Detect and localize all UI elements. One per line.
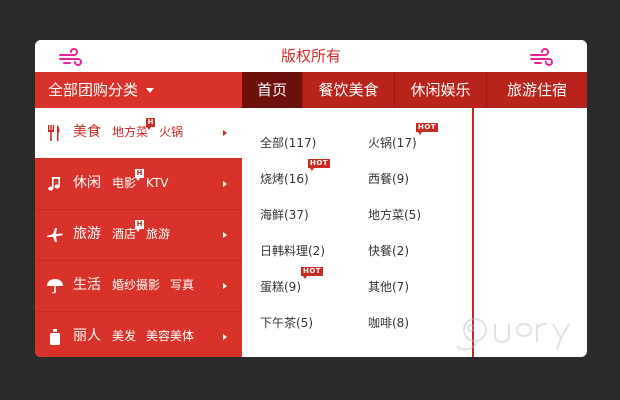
music-note-icon — [48, 177, 60, 191]
subcategory-link[interactable]: 火锅(17) — [368, 135, 417, 151]
menu-card: 版权所有 全部团购分类 首页 餐饮美食 休闲娱乐 旅游住宿 美食 地方菜 火锅 … — [35, 40, 587, 357]
sidebar-sub-link[interactable]: 美容美体 — [146, 312, 194, 357]
tab-home[interactable]: 首页 — [242, 72, 303, 108]
sidebar-item-life[interactable]: 生活 婚纱摄影 写真 — [35, 261, 242, 312]
airplane-icon — [47, 228, 63, 242]
tab-food[interactable]: 餐饮美食 — [303, 72, 395, 108]
subcategory-link[interactable]: 日韩料理(2) — [260, 243, 325, 259]
subcategory-link[interactable]: 地方菜(5) — [368, 207, 421, 223]
sidebar-item-title: 旅游 — [73, 226, 101, 242]
fork-knife-icon — [48, 125, 60, 141]
chevron-right-icon — [223, 130, 227, 136]
sidebar-item-beauty[interactable]: 丽人 美发 美容美体 — [35, 312, 242, 357]
sidebar-item-travel[interactable]: 旅游 酒店 旅游 H — [35, 210, 242, 261]
sidebar-sub-link[interactable]: 酒店 — [112, 210, 136, 259]
subcategory-link[interactable]: 海鲜(37) — [260, 207, 309, 223]
subcategory-link[interactable]: 其他(7) — [368, 279, 409, 295]
nav-tabs: 首页 餐饮美食 休闲娱乐 旅游住宿 — [242, 72, 587, 108]
sidebar-sub-link[interactable]: 婚纱摄影 — [112, 261, 160, 310]
sidebar-sub-link[interactable]: KTV — [146, 159, 168, 208]
subcategory-link[interactable]: 蛋糕(9) — [260, 279, 301, 295]
sidebar-sub-link[interactable]: 地方菜 — [112, 108, 148, 157]
subcategory-link[interactable]: 咖啡(8) — [368, 315, 409, 331]
sidebar-item-title: 生活 — [73, 277, 101, 293]
tab-travel[interactable]: 旅游住宿 — [487, 72, 587, 108]
category-sidebar: 美食 地方菜 火锅 H 休闲 电影 KTV H 旅游 酒店 旅游 H 生活 婚纱… — [35, 108, 242, 357]
top-banner: 版权所有 — [35, 40, 587, 72]
sidebar-item-leisure[interactable]: 休闲 电影 KTV H — [35, 159, 242, 210]
hot-tag: HOT — [308, 159, 331, 171]
person-icon — [50, 329, 60, 345]
sidebar-sub-link[interactable]: 电影 — [112, 159, 136, 208]
chevron-right-icon — [223, 232, 227, 238]
hot-tag: HOT — [301, 267, 324, 279]
watermark-logo — [456, 318, 570, 351]
chevron-right-icon — [223, 334, 227, 340]
sidebar-item-title: 美食 — [73, 124, 101, 140]
subcategory-panel: 全部(117) 火锅(17) HOT 烧烤(16) HOT 西餐(9) 海鲜(3… — [242, 108, 474, 357]
chevron-right-icon — [223, 181, 227, 187]
hot-tag: HOT — [416, 123, 439, 135]
wind-icon — [530, 48, 553, 66]
all-categories-dropdown[interactable]: 全部团购分类 — [35, 72, 242, 108]
tab-leisure[interactable]: 休闲娱乐 — [395, 72, 487, 108]
caret-down-icon — [146, 88, 155, 93]
subcategory-link[interactable]: 全部(117) — [260, 135, 316, 151]
subcategory-link[interactable]: 烧烤(16) — [260, 171, 309, 187]
sidebar-item-title: 休闲 — [73, 175, 101, 191]
main-nav: 全部团购分类 首页 餐饮美食 休闲娱乐 旅游住宿 — [35, 72, 587, 108]
subcategory-link[interactable]: 快餐(2) — [368, 243, 409, 259]
hot-badge: H — [135, 220, 144, 232]
hot-badge: H — [135, 169, 144, 181]
copyright-text: 版权所有 — [280, 47, 341, 65]
sidebar-sub-link[interactable]: 写真 — [170, 261, 194, 310]
subcategory-link[interactable]: 下午茶(5) — [260, 315, 313, 331]
sidebar-item-food[interactable]: 美食 地方菜 火锅 H — [35, 108, 242, 159]
sidebar-sub-link[interactable]: 美发 — [112, 312, 136, 357]
sidebar-sub-link[interactable]: 火锅 — [159, 108, 183, 157]
sidebar-sub-link[interactable]: 旅游 — [146, 210, 170, 259]
umbrella-icon — [47, 279, 63, 294]
sidebar-item-title: 丽人 — [73, 328, 101, 344]
chevron-right-icon — [223, 283, 227, 289]
subcategory-link[interactable]: 西餐(9) — [368, 171, 409, 187]
all-categories-label: 全部团购分类 — [48, 81, 139, 99]
hot-badge: H — [146, 118, 155, 130]
